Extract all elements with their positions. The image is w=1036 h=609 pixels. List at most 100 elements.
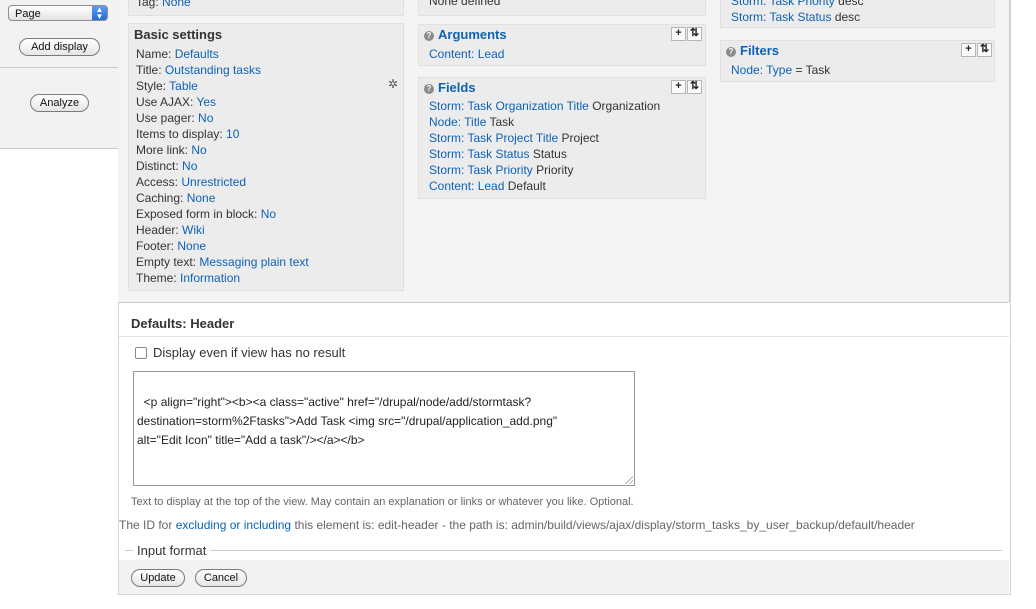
field-item[interactable]: Storm: Task Organization Title Organizat…	[429, 98, 660, 114]
add-field-icon[interactable]: +	[671, 80, 686, 94]
select-arrows-icon: ▲ ▼	[92, 6, 107, 21]
field-item[interactable]: Storm: Task Priority Priority	[429, 162, 574, 178]
header-textarea-value: <p align="right"><b><a class="active" hr…	[137, 395, 558, 447]
setting-label: Style:	[136, 79, 167, 93]
editor-title-divider	[119, 336, 1009, 337]
add-filter-icon[interactable]: +	[961, 43, 976, 57]
rearrange-filters-icon[interactable]: ⇅	[977, 43, 992, 57]
display-select-value: Page	[15, 8, 41, 20]
fields-box: ? Fields + ⇅ Storm: Task Organization Tit…	[418, 77, 706, 199]
tag-value-link[interactable]: None	[162, 0, 191, 9]
setting-value-link[interactable]: No	[191, 143, 206, 157]
field-label: Organization	[592, 99, 661, 113]
setting-value-link[interactable]: Yes	[196, 95, 216, 109]
setting-value-link[interactable]: None	[177, 239, 206, 253]
help-icon[interactable]: ?	[424, 84, 434, 94]
setting-value-link[interactable]: Messaging plain text	[199, 255, 308, 269]
display-empty-checkbox[interactable]	[135, 347, 147, 359]
add-display-button[interactable]: Add display	[19, 38, 100, 56]
resize-grip-icon[interactable]	[625, 476, 633, 484]
displays-divider	[0, 67, 118, 68]
setting-row: Name: Defaults	[136, 46, 219, 62]
field-label: Default	[507, 179, 546, 193]
sort-list-box: Storm: Task Priority desc Storm: Task St…	[720, 0, 995, 28]
rearrange-arguments-icon[interactable]: ⇅	[687, 27, 702, 41]
field-link[interactable]: Node: Title	[429, 115, 486, 129]
field-item[interactable]: Content: Lead Default	[429, 178, 546, 194]
help-icon[interactable]: ?	[424, 31, 434, 41]
setting-value-link[interactable]: Table	[169, 79, 198, 93]
input-format-legend[interactable]: Input format	[133, 543, 211, 558]
setting-row: Access: Unrestricted	[136, 174, 246, 190]
setting-value-link[interactable]: No	[198, 111, 213, 125]
setting-value-link[interactable]: None	[187, 191, 216, 205]
arguments-box: ? Arguments + ⇅ Content: Lead	[418, 24, 706, 66]
gear-icon[interactable]: ✲	[387, 78, 399, 90]
setting-row: More link: No	[136, 142, 207, 158]
none-defined-text: None defined	[429, 0, 501, 8]
field-link[interactable]: Storm: Task Status	[429, 147, 529, 161]
setting-row: Items to display: 10	[136, 126, 239, 142]
setting-row: Empty text: Messaging plain text	[136, 254, 309, 270]
update-button[interactable]: Update	[131, 569, 185, 587]
setting-label: Theme:	[136, 271, 177, 285]
field-item[interactable]: Storm: Task Status Status	[429, 146, 567, 162]
setting-label: Caching:	[136, 191, 184, 205]
rearrange-fields-icon[interactable]: ⇅	[687, 80, 702, 94]
setting-row: Caching: None	[136, 190, 215, 206]
setting-value-link[interactable]: Information	[180, 271, 240, 285]
setting-row: Title: Outstanding tasks	[136, 62, 261, 78]
field-label: Project	[561, 131, 599, 145]
field-link[interactable]: Storm: Task Organization Title	[429, 99, 589, 113]
setting-value-link[interactable]: Defaults	[175, 47, 219, 61]
input-format-fieldset	[125, 550, 1002, 551]
field-link[interactable]: Storm: Task Project Title	[429, 131, 558, 145]
setting-row: Theme: Information	[136, 270, 240, 286]
editor-title: Defaults: Header	[131, 316, 235, 331]
field-label: Task	[489, 115, 515, 129]
field-link[interactable]: Storm: Task Priority	[429, 163, 533, 177]
display-select[interactable]: Page ▲ ▼	[8, 5, 108, 21]
setting-value-link[interactable]: No	[182, 159, 197, 173]
field-item[interactable]: Storm: Task Project Title Project	[429, 130, 599, 146]
display-empty-label[interactable]: Display even if view has no result	[153, 345, 345, 360]
arguments-title[interactable]: Arguments	[438, 27, 507, 42]
setting-label: More link:	[136, 143, 189, 157]
setting-label: Footer:	[136, 239, 175, 253]
setting-row: Use AJAX: Yes	[136, 94, 216, 110]
cancel-button[interactable]: Cancel	[195, 569, 247, 587]
field-link[interactable]: Content: Lead	[429, 179, 504, 193]
filter-item[interactable]: Node: Type = Task	[731, 62, 830, 78]
setting-row: Style: Table	[136, 78, 198, 94]
basic-settings-title: Basic settings	[134, 27, 223, 42]
element-id-line: The ID for excluding or including this e…	[119, 518, 915, 532]
fields-title[interactable]: Fields	[438, 80, 476, 95]
setting-row: Header: Wiki	[136, 222, 205, 238]
field-label: Status	[532, 147, 567, 161]
setting-value-link[interactable]: Unrestricted	[181, 175, 246, 189]
argument-item[interactable]: Content: Lead	[429, 46, 504, 62]
setting-row: Footer: None	[136, 238, 206, 254]
setting-label: Empty text:	[136, 255, 197, 269]
setting-value-link[interactable]: Wiki	[182, 223, 205, 237]
setting-value-link[interactable]: No	[261, 207, 276, 221]
displays-panel	[0, 0, 119, 149]
setting-value-link[interactable]: Outstanding tasks	[165, 63, 261, 77]
excluding-including-link[interactable]: excluding or including	[176, 518, 291, 532]
analyze-button[interactable]: Analyze	[30, 94, 89, 112]
setting-row: Use pager: No	[136, 110, 213, 126]
sort-item[interactable]: Storm: Task Status desc	[731, 9, 860, 25]
setting-label: Access:	[136, 175, 179, 189]
field-item[interactable]: Node: Title Task	[429, 114, 514, 130]
setting-label: Exposed form in block:	[136, 207, 258, 221]
setting-label: Distinct:	[136, 159, 179, 173]
tag-row: Tag: None	[136, 0, 191, 10]
setting-value-link[interactable]: 10	[226, 127, 239, 141]
filters-title[interactable]: Filters	[740, 43, 779, 58]
add-argument-icon[interactable]: +	[671, 27, 686, 41]
arguments-header: ? Arguments	[424, 27, 507, 42]
setting-label: Header:	[136, 223, 179, 237]
sort-item[interactable]: Storm: Task Priority desc	[731, 0, 864, 9]
header-textarea[interactable]: <p align="right"><b><a class="active" hr…	[133, 371, 635, 486]
help-icon[interactable]: ?	[726, 47, 736, 57]
